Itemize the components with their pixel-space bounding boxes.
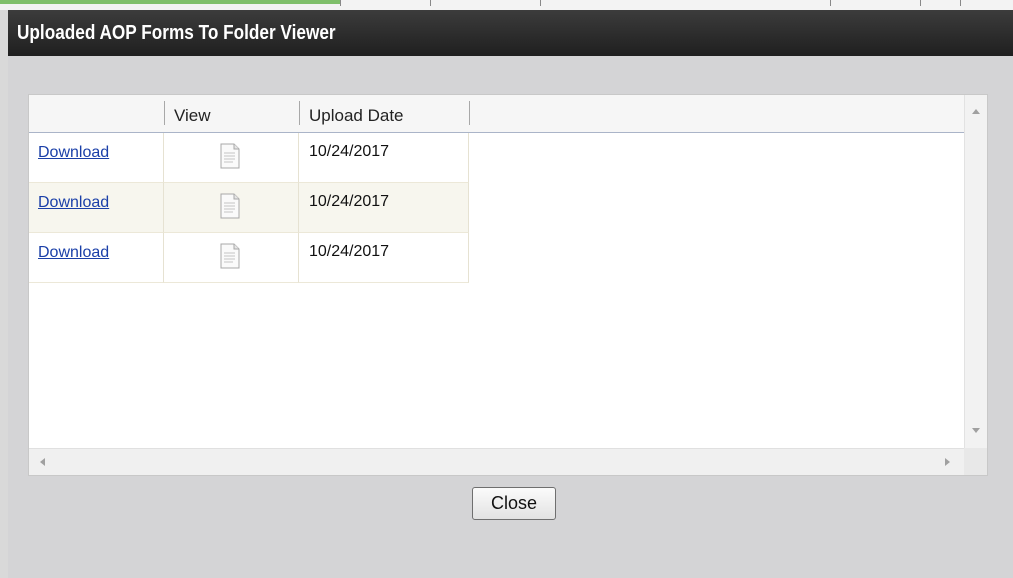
document-icon[interactable] (219, 243, 241, 269)
background-divider (960, 0, 961, 6)
scroll-left-arrow-icon[interactable] (40, 458, 45, 466)
column-header-view[interactable]: View (165, 95, 299, 132)
column-header-upload-date[interactable]: Upload Date (300, 95, 469, 132)
table-row: Download 10/24/2017 (29, 233, 469, 283)
view-cell (164, 183, 299, 233)
download-link[interactable]: Download (38, 244, 109, 261)
grid-header: View Upload Date (29, 95, 965, 133)
table-row: Download 10/24/2017 (29, 183, 469, 233)
vertical-scrollbar[interactable] (964, 95, 987, 449)
download-cell: Download (29, 133, 164, 183)
scrollbar-corner (964, 448, 987, 475)
table-row: Download 10/24/2017 (29, 133, 469, 183)
background-tab-accent (0, 0, 340, 4)
column-separator (469, 101, 470, 125)
document-icon[interactable] (219, 143, 241, 169)
folder-viewer-dialog: Uploaded AOP Forms To Folder Viewer View… (8, 10, 1013, 578)
view-cell (164, 133, 299, 183)
upload-date-cell: 10/24/2017 (299, 233, 469, 283)
background-divider (430, 0, 431, 6)
download-link[interactable]: Download (38, 144, 109, 161)
background-divider (340, 0, 341, 6)
upload-date-cell: 10/24/2017 (299, 183, 469, 233)
background-divider (920, 0, 921, 6)
background-page-strip (0, 0, 1013, 10)
dialog-title: Uploaded AOP Forms To Folder Viewer (17, 22, 336, 44)
scroll-down-arrow-icon[interactable] (972, 428, 980, 433)
download-link[interactable]: Download (38, 194, 109, 211)
download-cell: Download (29, 183, 164, 233)
view-cell (164, 233, 299, 283)
horizontal-scrollbar[interactable] (29, 448, 965, 475)
close-button[interactable]: Close (472, 487, 556, 520)
dialog-titlebar[interactable]: Uploaded AOP Forms To Folder Viewer (8, 10, 1013, 56)
column-header-actions[interactable] (29, 95, 164, 132)
background-divider (830, 0, 831, 6)
forms-grid: View Upload Date Download 10/24/2017 Dow… (28, 94, 988, 476)
grid-rows: Download 10/24/2017 Download 10/24/2017 … (29, 133, 469, 283)
scroll-up-arrow-icon[interactable] (972, 109, 980, 114)
scroll-right-arrow-icon[interactable] (945, 458, 950, 466)
background-divider (540, 0, 541, 6)
download-cell: Download (29, 233, 164, 283)
upload-date-cell: 10/24/2017 (299, 133, 469, 183)
document-icon[interactable] (219, 193, 241, 219)
